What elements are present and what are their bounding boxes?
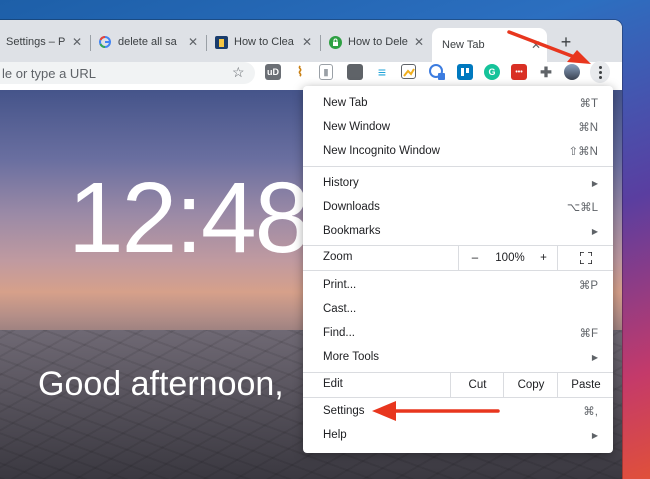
- grammarly-icon[interactable]: G: [484, 64, 500, 80]
- menu-label: New Tab: [323, 97, 368, 109]
- menu-item-new-window[interactable]: New Window ⌘N: [303, 116, 613, 138]
- zoom-out-button[interactable]: –: [458, 246, 491, 270]
- submenu-arrow-icon: ▶: [591, 178, 598, 188]
- tab-title: How to Clea: [234, 36, 294, 48]
- menu-item-find[interactable]: Find... ⌘F: [303, 322, 613, 344]
- zoom-row: Zoom – 100% +: [303, 246, 613, 270]
- clock: 12:48: [68, 162, 310, 274]
- copy-button[interactable]: Copy: [503, 373, 558, 397]
- window-icon[interactable]: [347, 64, 363, 80]
- cut-button[interactable]: Cut: [450, 373, 504, 397]
- ublock-icon[interactable]: uD: [265, 64, 281, 80]
- menu-label: New Window: [323, 121, 391, 133]
- zip-icon[interactable]: ▮: [319, 64, 333, 80]
- tab-divider: [90, 35, 91, 51]
- submenu-arrow-icon: ▶: [591, 226, 598, 236]
- zoom-label: Zoom: [323, 251, 353, 263]
- kebab-dot: [598, 75, 602, 79]
- edit-row: Edit Cut Copy Paste: [303, 373, 613, 397]
- menu-item-new-tab[interactable]: New Tab ⌘T: [303, 92, 613, 114]
- submenu-arrow-icon: ▶: [591, 352, 598, 362]
- menu-shortcut: ⇧⌘N: [568, 146, 598, 158]
- tab-divider: [320, 35, 321, 51]
- menu-label: History: [323, 177, 359, 189]
- menu-shortcut: ⌘T: [579, 98, 598, 110]
- menu-label: Cast...: [323, 303, 357, 315]
- menu-label: Settings: [323, 405, 365, 417]
- tab-delete-guide[interactable]: How to Dele ✕: [322, 28, 430, 56]
- menu-label: Find...: [323, 327, 355, 339]
- menu-item-new-incognito[interactable]: New Incognito Window ⇧⌘N: [303, 140, 613, 162]
- tab-title: How to Dele: [348, 36, 408, 48]
- badge-4-icon[interactable]: [429, 64, 445, 80]
- menu-shortcut: ⌘P: [578, 280, 598, 292]
- menu-shortcut: ⌘N: [578, 122, 598, 134]
- tab-divider: [206, 35, 207, 51]
- tab-howtogeek[interactable]: How to Clea ✕: [208, 28, 318, 56]
- address-bar[interactable]: le or type a URL: [0, 62, 255, 84]
- close-icon[interactable]: ✕: [188, 35, 198, 49]
- annotation-arrow-icon: [507, 30, 591, 64]
- filter-icon[interactable]: ≡: [374, 64, 390, 80]
- menu-label: More Tools: [323, 351, 380, 363]
- menu-divider: [303, 397, 613, 398]
- menu-item-more-tools[interactable]: More Tools ▶: [303, 346, 613, 368]
- tab-title: Settings – P: [6, 36, 66, 48]
- paste-button[interactable]: Paste: [557, 373, 614, 397]
- lock-icon: [328, 35, 342, 49]
- menu-label: Help: [323, 429, 347, 441]
- chrome-menu: New Tab ⌘T New Window ⌘N New Incognito W…: [303, 86, 613, 453]
- menu-item-print[interactable]: Print... ⌘P: [303, 274, 613, 296]
- edit-label: Edit: [323, 378, 343, 390]
- howtogeek-icon: [214, 35, 228, 49]
- menu-item-downloads[interactable]: Downloads ⌥⌘L: [303, 196, 613, 218]
- menu-item-bookmarks[interactable]: Bookmarks ▶: [303, 220, 613, 242]
- close-icon[interactable]: ✕: [72, 35, 82, 49]
- tab-google-search[interactable]: delete all sa ✕: [92, 28, 204, 56]
- menu-divider: [303, 270, 613, 271]
- image-icon[interactable]: [401, 64, 416, 79]
- menu-shortcut: ⌘,: [583, 406, 598, 418]
- close-icon[interactable]: ✕: [414, 35, 424, 49]
- greeting: Good afternoon,: [38, 365, 284, 403]
- fullscreen-icon[interactable]: [557, 246, 614, 270]
- menu-divider: [303, 166, 613, 167]
- menu-item-history[interactable]: History ▶: [303, 172, 613, 194]
- menu-item-help[interactable]: Help ▶: [303, 424, 613, 446]
- menu-label: New Incognito Window: [323, 145, 440, 157]
- zoom-in-button[interactable]: +: [530, 246, 557, 270]
- menu-item-cast[interactable]: Cast...: [303, 298, 613, 320]
- address-placeholder: le or type a URL: [2, 65, 96, 81]
- menu-label: Downloads: [323, 201, 380, 213]
- bookmark-star-icon[interactable]: ☆: [232, 64, 245, 81]
- menu-shortcut: ⌘F: [579, 328, 598, 340]
- zoom-level: 100%: [495, 252, 525, 264]
- trello-icon[interactable]: [457, 64, 473, 80]
- broom-icon[interactable]: ⌇: [292, 64, 308, 80]
- menu-shortcut: ⌥⌘L: [566, 202, 598, 214]
- kebab-dot: [598, 65, 602, 69]
- menu-label: Bookmarks: [323, 225, 381, 237]
- close-icon[interactable]: ✕: [302, 35, 312, 49]
- kebab-dot: [598, 70, 602, 74]
- tab-settings[interactable]: Settings – P ✕: [0, 28, 88, 56]
- annotation-arrow-icon: [372, 401, 500, 421]
- submenu-arrow-icon: ▶: [591, 430, 598, 440]
- menu-label: Print...: [323, 279, 357, 291]
- google-icon: [98, 35, 112, 49]
- tab-title: delete all sa: [118, 36, 177, 48]
